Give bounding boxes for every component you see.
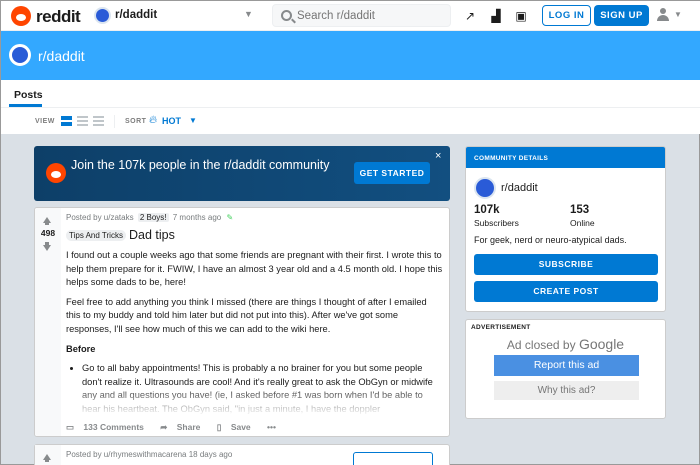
vote-column: 498 bbox=[35, 208, 61, 436]
signup-button[interactable]: SIGN UP bbox=[594, 5, 649, 26]
post-flair[interactable]: Tips And Tricks bbox=[66, 230, 126, 241]
share-icon: ➦ bbox=[160, 422, 168, 432]
subreddit-avatar-icon bbox=[474, 177, 496, 199]
online-label: Online bbox=[570, 218, 595, 228]
comments-button[interactable]: ▭ 133 Comments bbox=[66, 422, 151, 432]
why-this-ad-button[interactable]: Why this ad? bbox=[494, 381, 639, 400]
downvote-icon[interactable] bbox=[43, 242, 51, 251]
classic-view-icon[interactable] bbox=[77, 116, 88, 126]
community-details-header: COMMUNITY DETAILS bbox=[466, 147, 665, 168]
sort-dropdown[interactable]: HOT bbox=[162, 116, 181, 126]
subscriber-count: 107k bbox=[474, 204, 500, 216]
top-header: reddit r/daddit ▼ ↗ ▟ ▣ LOG IN SIGN UP ▼ bbox=[1, 1, 700, 31]
online-count: 153 bbox=[570, 204, 590, 216]
post-actions: ▭ 133 Comments ➦ Share ▯ Save ••• bbox=[66, 422, 283, 433]
ad-closed-text: Ad closed by Google bbox=[506, 336, 625, 352]
community-details-card: COMMUNITY DETAILS r/daddit 107k Subscrib… bbox=[465, 146, 666, 312]
subscriber-label: Subscribers bbox=[474, 218, 519, 228]
search-icon bbox=[281, 10, 292, 21]
login-button[interactable]: LOG IN bbox=[542, 5, 591, 26]
get-started-button[interactable]: GET STARTED bbox=[354, 162, 430, 184]
tab-posts[interactable]: Posts bbox=[14, 89, 43, 101]
reddit-logo-icon[interactable] bbox=[11, 6, 31, 26]
post-card[interactable]: 498 Posted by u/zataks 2 Boys! 7 months … bbox=[34, 207, 450, 437]
subreddit-title: r/daddit bbox=[38, 48, 85, 64]
user-flair: 2 Boys! bbox=[137, 213, 169, 222]
join-text: Join the 107k people in the r/daddit com… bbox=[71, 158, 330, 172]
chat-icon[interactable]: ▣ bbox=[514, 9, 528, 23]
join-community-card: Join the 107k people in the r/daddit com… bbox=[34, 146, 450, 201]
tab-bar: Posts bbox=[1, 80, 700, 107]
search-box[interactable] bbox=[272, 4, 451, 27]
upvote-icon[interactable] bbox=[43, 454, 51, 462]
user-icon[interactable] bbox=[657, 8, 669, 22]
sort-bar: VIEW SORT 🔥︎ HOT ▼ bbox=[1, 107, 700, 134]
advertisement-label: ADVERTISEMENT bbox=[471, 324, 531, 331]
comment-icon: ▭ bbox=[66, 422, 75, 432]
flame-icon[interactable]: 🔥︎ bbox=[149, 114, 157, 127]
subreddit-banner-avatar bbox=[9, 44, 31, 66]
subreddit-switcher[interactable]: r/daddit bbox=[115, 9, 157, 21]
more-options-icon[interactable]: ••• bbox=[267, 422, 276, 432]
reddit-logo-icon bbox=[46, 163, 66, 183]
reddit-wordmark[interactable]: reddit bbox=[36, 7, 81, 27]
share-button[interactable]: ➦ Share bbox=[160, 422, 207, 432]
view-label: VIEW bbox=[35, 118, 55, 125]
bar-chart-icon[interactable]: ▟ bbox=[489, 9, 503, 23]
post-meta[interactable]: Posted by u/rhymeswithmacarena 18 days a… bbox=[66, 450, 232, 459]
search-input[interactable] bbox=[297, 7, 447, 25]
sort-label: SORT bbox=[125, 118, 147, 125]
subscribe-button[interactable]: SUBSCRIBE bbox=[474, 254, 658, 275]
vote-score: 498 bbox=[40, 228, 56, 238]
save-button[interactable]: ▯ Save bbox=[217, 422, 258, 432]
subreddit-banner bbox=[1, 31, 700, 80]
post-card[interactable]: Posted by u/rhymeswithmacarena 18 days a… bbox=[34, 444, 450, 465]
subreddit-avatar-icon bbox=[94, 7, 111, 24]
post-time[interactable]: 7 months ago bbox=[173, 213, 221, 222]
create-post-button[interactable]: CREATE POST bbox=[474, 281, 658, 302]
content-fade bbox=[61, 386, 449, 416]
trending-icon[interactable]: ↗ bbox=[463, 9, 477, 23]
card-view-icon[interactable] bbox=[61, 116, 72, 126]
community-description: For geek, nerd or neuro-atypical dads. bbox=[474, 235, 627, 245]
post-heading: Before bbox=[66, 343, 96, 354]
chevron-down-icon[interactable]: ▼ bbox=[244, 9, 253, 19]
community-name[interactable]: r/daddit bbox=[501, 182, 538, 194]
post-join-button[interactable] bbox=[353, 452, 433, 465]
post-title[interactable]: Dad tips bbox=[129, 228, 175, 242]
divider bbox=[114, 115, 115, 128]
report-ad-button[interactable]: Report this ad bbox=[494, 355, 639, 376]
pin-icon: ✎ bbox=[226, 213, 234, 222]
vote-column bbox=[35, 445, 61, 465]
bookmark-icon: ▯ bbox=[216, 422, 222, 432]
post-meta: Posted by u/zataks 2 Boys! 7 months ago … bbox=[66, 213, 233, 222]
post-paragraph: Feel free to add anything you think I mi… bbox=[66, 296, 427, 334]
upvote-icon[interactable] bbox=[43, 217, 51, 225]
close-icon[interactable]: × bbox=[435, 150, 441, 162]
advertisement-card: ADVERTISEMENT Ad closed by Google Report… bbox=[465, 319, 666, 419]
user-menu-chevron-icon[interactable]: ▼ bbox=[674, 10, 682, 19]
google-logo: Google bbox=[578, 336, 625, 352]
post-author[interactable]: Posted by u/zataks bbox=[66, 213, 134, 222]
post-paragraph: I found out a couple weeks ago that some… bbox=[66, 250, 443, 288]
sort-chevron-icon[interactable]: ▼ bbox=[189, 116, 197, 125]
compact-view-icon[interactable] bbox=[93, 116, 104, 126]
